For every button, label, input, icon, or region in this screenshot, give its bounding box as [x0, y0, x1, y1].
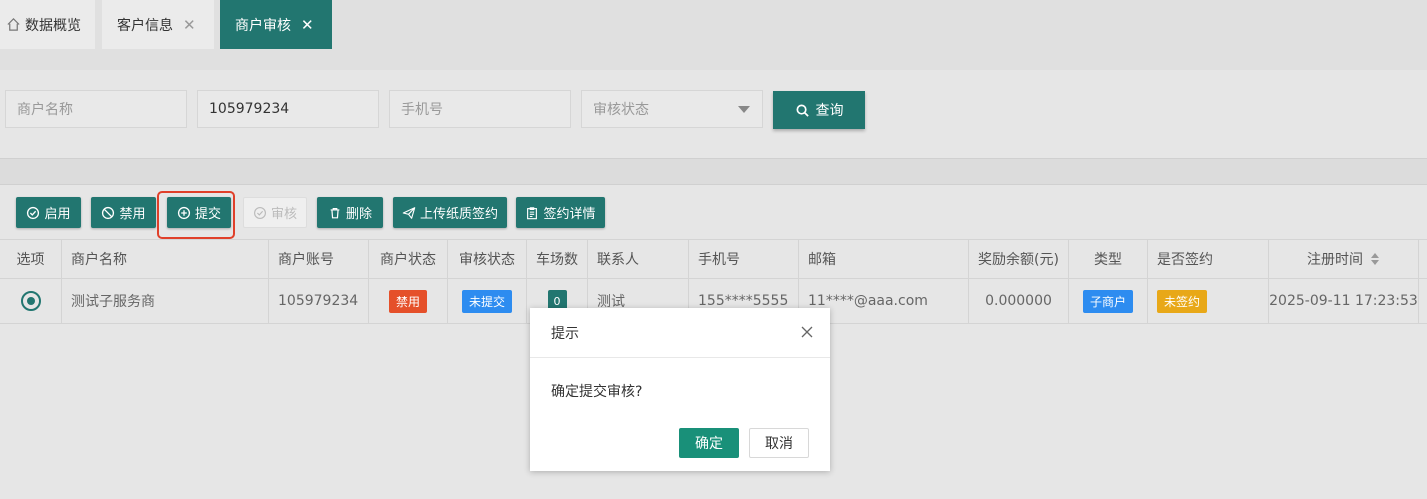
detail-label: 签约详情 — [543, 207, 596, 222]
col-phone: 手机号 — [689, 240, 799, 278]
audit-status-badge: 未提交 — [461, 289, 512, 313]
tab-merchant-audit[interactable]: 商户审核 ✕ — [220, 0, 332, 49]
send-icon — [402, 206, 416, 219]
query-label: 查询 — [815, 103, 844, 119]
col-audit-status: 审核状态 — [448, 240, 527, 278]
col-merchant-name: 商户名称 — [62, 240, 269, 278]
ban-icon — [102, 206, 115, 219]
upload-paper-contract-button[interactable]: 上传纸质签约 — [393, 197, 507, 228]
audit-label: 审核 — [270, 207, 297, 222]
sort-icon[interactable] — [1371, 253, 1380, 265]
col-merchant-status: 商户状态 — [369, 240, 448, 278]
dialog-message: 确定提交审核? — [551, 384, 643, 400]
table-header: 选项 商户名称 商户账号 商户状态 审核状态 车场数 联系人 手机号 邮箱 奖励… — [0, 239, 1427, 279]
close-icon[interactable]: ✕ — [183, 16, 196, 34]
merchant-status-cell: 禁用 — [369, 279, 448, 323]
col-registered-time-label: 注册时间 — [1307, 252, 1363, 268]
upload-label: 上传纸质签约 — [419, 207, 498, 222]
col-contact: 联系人 — [588, 240, 689, 278]
search-icon — [796, 104, 809, 117]
col-type: 类型 — [1069, 240, 1148, 278]
merchant-name-cell: 测试子服务商 — [62, 279, 269, 323]
tab-bar: 数据概览 客户信息 ✕ 商户审核 ✕ — [0, 0, 1427, 70]
col-signed: 是否签约 — [1148, 240, 1269, 278]
cancel-button[interactable]: 取消 — [749, 428, 809, 458]
check-circle-icon — [253, 206, 266, 219]
audit-status-select[interactable]: 审核状态 — [581, 90, 763, 128]
chevron-down-icon — [738, 106, 750, 113]
tab-label: 客户信息 — [117, 17, 173, 34]
tab-customer-info[interactable]: 客户信息 ✕ — [102, 0, 214, 49]
extra-cell — [1419, 279, 1427, 323]
col-reward-balance: 奖励余额(元) — [969, 240, 1069, 278]
enable-button[interactable]: 启用 — [16, 197, 81, 228]
row-radio[interactable] — [20, 291, 41, 311]
signed-badge: 未签约 — [1157, 289, 1208, 313]
merchant-account-input[interactable]: 105979234 — [197, 90, 379, 128]
col-email: 邮箱 — [799, 240, 969, 278]
audit-status-placeholder: 审核状态 — [593, 102, 649, 118]
trash-icon — [330, 207, 340, 218]
col-select: 选项 — [0, 240, 62, 278]
home-icon — [7, 18, 20, 31]
delete-label: 删除 — [345, 207, 372, 222]
enable-label: 启用 — [44, 207, 71, 222]
submit-highlight-box — [157, 191, 235, 239]
signed-cell: 未签约 — [1148, 279, 1269, 323]
merchant-account-cell: 105979234 — [269, 279, 369, 323]
col-merchant-account: 商户账号 — [269, 240, 369, 278]
search-panel: 商户名称 105979234 手机号 审核状态 查询 — [0, 70, 1427, 158]
clipboard-icon — [527, 206, 538, 219]
tab-label: 商户审核 — [235, 17, 291, 34]
close-icon[interactable]: ✕ — [301, 16, 314, 34]
type-cell: 子商户 — [1069, 279, 1148, 323]
check-circle-icon — [27, 206, 40, 219]
confirm-dialog: 提示 确定提交审核? 确定 取消 — [530, 308, 830, 471]
col-lot-count: 车场数 — [527, 240, 588, 278]
audit-button[interactable]: 审核 — [243, 197, 307, 228]
registered-time-cell: 2025-09-11 17:23:53 — [1269, 279, 1419, 323]
divider — [0, 158, 1427, 184]
type-badge: 子商户 — [1082, 289, 1133, 313]
col-extra — [1419, 240, 1427, 278]
merchant-name-input[interactable]: 商户名称 — [5, 90, 187, 128]
status-badge: 禁用 — [388, 289, 427, 313]
confirm-button[interactable]: 确定 — [679, 428, 739, 458]
phone-input[interactable]: 手机号 — [389, 90, 571, 128]
reward-balance-cell: 0.000000 — [969, 279, 1069, 323]
disable-label: 禁用 — [119, 207, 146, 222]
dialog-title: 提示 — [530, 308, 830, 358]
disable-button[interactable]: 禁用 — [91, 197, 156, 228]
tab-data-overview[interactable]: 数据概览 — [0, 0, 95, 49]
close-icon[interactable] — [800, 325, 814, 339]
col-registered-time[interactable]: 注册时间 — [1269, 240, 1419, 278]
contract-detail-button[interactable]: 签约详情 — [516, 197, 605, 228]
row-select-cell — [0, 279, 62, 323]
delete-button[interactable]: 删除 — [317, 197, 383, 228]
audit-status-cell: 未提交 — [448, 279, 527, 323]
query-button[interactable]: 查询 — [773, 91, 865, 129]
tab-label: 数据概览 — [25, 17, 81, 34]
